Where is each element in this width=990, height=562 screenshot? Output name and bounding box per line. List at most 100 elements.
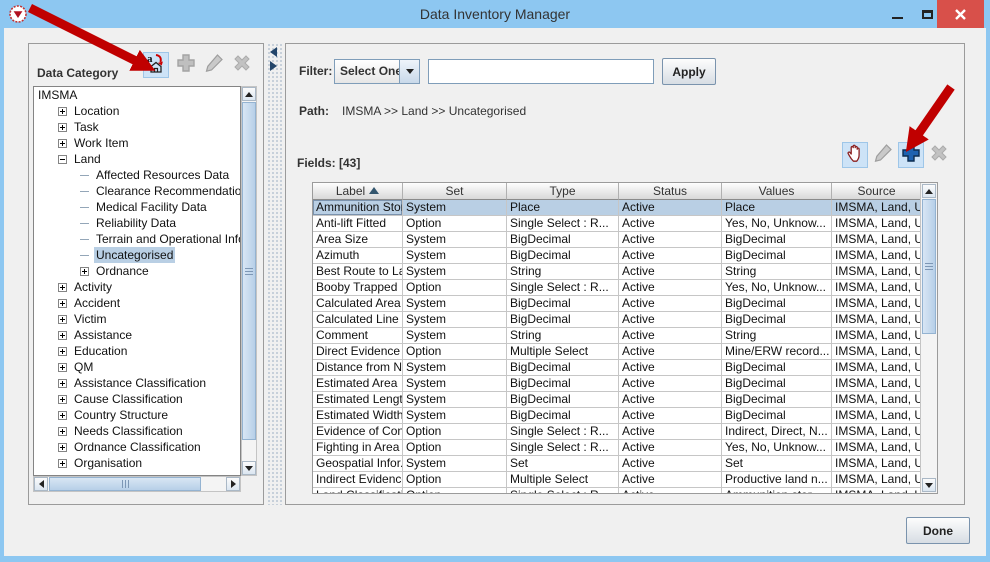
table-cell: Azimuth <box>313 248 403 264</box>
table-row[interactable]: Anti-lift FittedOptionSingle Select : R.… <box>313 216 937 232</box>
scroll-left-button[interactable] <box>34 477 48 491</box>
tree-item[interactable]: Location <box>34 103 240 119</box>
expand-icon[interactable] <box>58 347 67 356</box>
tree-vertical-scrollbar[interactable] <box>241 86 257 476</box>
collapse-right-icon[interactable] <box>270 61 277 71</box>
table-row[interactable]: Land Classificati...OptionSingle Select … <box>313 488 937 494</box>
tree-horizontal-scrollbar[interactable] <box>33 476 241 492</box>
table-row[interactable]: Estimated AreaSystemBigDecimalActiveBigD… <box>313 376 937 392</box>
tree-item[interactable]: Assistance <box>34 327 240 343</box>
table-row[interactable]: Distance from Ne...SystemBigDecimalActiv… <box>313 360 937 376</box>
expand-icon[interactable] <box>58 395 67 404</box>
table-row[interactable]: Area SizeSystemBigDecimalActiveBigDecima… <box>313 232 937 248</box>
expand-icon[interactable] <box>58 331 67 340</box>
done-button[interactable]: Done <box>906 517 970 544</box>
column-header-label[interactable]: Label <box>313 183 403 200</box>
table-row[interactable]: AzimuthSystemBigDecimalActiveBigDecimalI… <box>313 248 937 264</box>
expand-icon[interactable] <box>58 299 67 308</box>
tree-item[interactable]: Ordnance <box>34 263 240 279</box>
tree-item[interactable]: Land <box>34 151 240 167</box>
close-button[interactable] <box>937 0 984 28</box>
column-header-source[interactable]: Source <box>832 183 922 200</box>
tree-item[interactable]: Organisation <box>34 455 240 471</box>
minimize-button[interactable] <box>884 0 910 28</box>
tree-item[interactable]: Country Structure <box>34 407 240 423</box>
rename-category-button[interactable]: a <box>143 52 169 78</box>
table-row[interactable]: Calculated Line L...SystemBigDecimalActi… <box>313 312 937 328</box>
table-row[interactable]: Ammunition Stor...SystemPlaceActivePlace… <box>313 200 937 216</box>
tree-item[interactable]: Cause Classification <box>34 391 240 407</box>
column-header-status[interactable]: Status <box>619 183 722 200</box>
tree-item[interactable]: Activity <box>34 279 240 295</box>
scroll-thumb[interactable] <box>242 102 256 440</box>
tree-item[interactable]: Medical Facility Data <box>34 199 240 215</box>
table-row[interactable]: Evidence of Cont...OptionSingle Select :… <box>313 424 937 440</box>
tree-item[interactable]: Education <box>34 343 240 359</box>
scroll-right-button[interactable] <box>226 477 240 491</box>
hand-button[interactable] <box>842 142 868 168</box>
column-header-type[interactable]: Type <box>507 183 619 200</box>
tree-item[interactable]: Ordnance Classification <box>34 439 240 455</box>
tree-item[interactable]: Clearance Recommendation D <box>34 183 240 199</box>
scroll-down-button[interactable] <box>242 461 256 475</box>
table-row[interactable]: Estimated LengthSystemBigDecimalActiveBi… <box>313 392 937 408</box>
table-row[interactable]: Booby TrappedOptionSingle Select : R...A… <box>313 280 937 296</box>
expand-icon[interactable] <box>58 427 67 436</box>
scroll-up-button[interactable] <box>922 184 936 198</box>
tree-item[interactable]: Work Item <box>34 135 240 151</box>
expand-icon[interactable] <box>58 411 67 420</box>
scroll-thumb[interactable] <box>922 199 936 334</box>
table-row[interactable]: Fighting in AreaOptionSingle Select : R.… <box>313 440 937 456</box>
table-row[interactable]: Best Route to LandSystemStringActiveStri… <box>313 264 937 280</box>
table-cell: Active <box>619 200 722 216</box>
tree-item[interactable]: Reliability Data <box>34 215 240 231</box>
table-row[interactable]: Indirect EvidenceOptionMultiple SelectAc… <box>313 472 937 488</box>
table-vertical-scrollbar[interactable] <box>920 183 937 493</box>
column-header-values[interactable]: Values <box>722 183 832 200</box>
panel-splitter[interactable] <box>267 43 282 505</box>
svg-text:a: a <box>147 53 153 65</box>
tree-item[interactable]: QM <box>34 359 240 375</box>
titlebar[interactable]: Data Inventory Manager <box>0 0 990 28</box>
scroll-down-button[interactable] <box>922 478 936 492</box>
tree-item[interactable]: IMSMA <box>34 87 240 103</box>
collapse-left-icon[interactable] <box>270 47 277 57</box>
expand-icon[interactable] <box>58 123 67 132</box>
tree-item[interactable]: Terrain and Operational Inform <box>34 231 240 247</box>
expand-icon[interactable] <box>58 459 67 468</box>
tree-item[interactable]: Needs Classification <box>34 423 240 439</box>
add-button[interactable] <box>898 142 924 168</box>
table-cell: Active <box>619 328 722 344</box>
filter-dropdown[interactable]: Select One <box>334 59 420 84</box>
tree-item[interactable]: Affected Resources Data <box>34 167 240 183</box>
table-row[interactable]: Geospatial Infor...SystemSetActiveSetIMS… <box>313 456 937 472</box>
scroll-thumb[interactable] <box>49 477 201 491</box>
expand-icon[interactable] <box>80 267 89 276</box>
expand-icon[interactable] <box>58 315 67 324</box>
tree-item[interactable]: Assistance Classification <box>34 375 240 391</box>
expand-icon[interactable] <box>58 283 67 292</box>
expand-icon[interactable] <box>58 379 67 388</box>
table-row[interactable]: Estimated WidthSystemBigDecimalActiveBig… <box>313 408 937 424</box>
column-header-set[interactable]: Set <box>403 183 507 200</box>
tree-item[interactable]: Accident <box>34 295 240 311</box>
tree-item[interactable]: Victim <box>34 311 240 327</box>
table-cell: Option <box>403 344 507 360</box>
filter-input[interactable] <box>428 59 654 84</box>
tree-item[interactable]: Task <box>34 119 240 135</box>
table-cell: Active <box>619 376 722 392</box>
expand-icon[interactable] <box>58 443 67 452</box>
scroll-up-button[interactable] <box>242 87 256 101</box>
collapse-icon[interactable] <box>58 155 67 164</box>
table-row[interactable]: Calculated AreaSystemBigDecimalActiveBig… <box>313 296 937 312</box>
expand-icon[interactable] <box>58 107 67 116</box>
table-cell: IMSMA, Land, Un... <box>832 216 922 232</box>
table-cell: IMSMA, Land, Un... <box>832 200 922 216</box>
dropdown-button[interactable] <box>399 60 419 83</box>
tree-item[interactable]: Uncategorised <box>34 247 240 263</box>
table-row[interactable]: CommentSystemStringActiveStringIMSMA, La… <box>313 328 937 344</box>
expand-icon[interactable] <box>58 139 67 148</box>
apply-button[interactable]: Apply <box>662 58 716 85</box>
expand-icon[interactable] <box>58 363 67 372</box>
table-row[interactable]: Direct EvidenceOptionMultiple SelectActi… <box>313 344 937 360</box>
